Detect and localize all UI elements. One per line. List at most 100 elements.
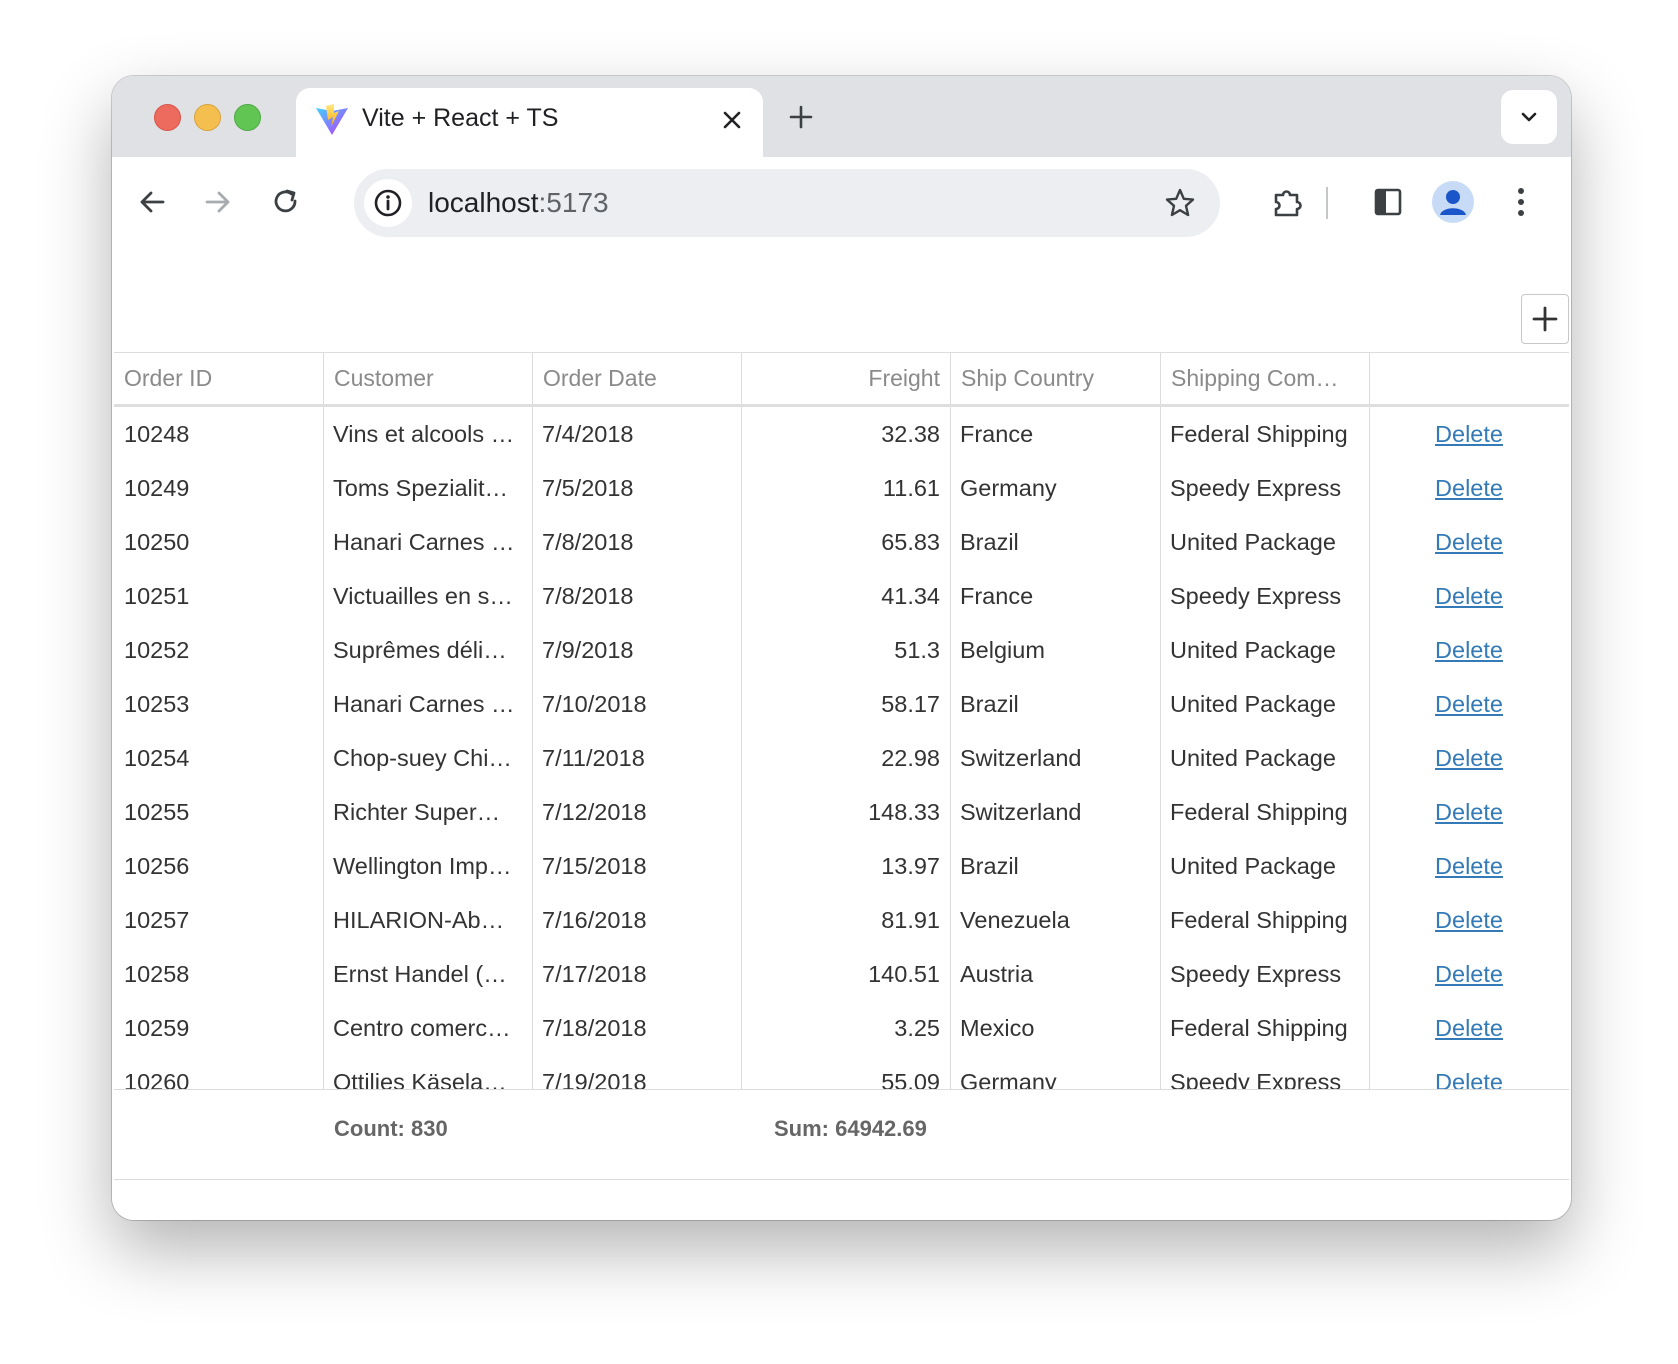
cell-order-id[interactable]: 10252 <box>114 623 323 677</box>
cell-order-date[interactable]: 7/19/2018 <box>532 1055 741 1089</box>
cell-ship-country[interactable]: Germany <box>950 461 1160 515</box>
cell-ship-country[interactable]: France <box>950 569 1160 623</box>
browser-tab[interactable]: Vite + React + TS <box>296 88 763 157</box>
delete-row-link[interactable]: Delete <box>1435 691 1503 717</box>
close-tab-icon[interactable] <box>715 103 749 137</box>
cell-order-id[interactable]: 10258 <box>114 947 323 1001</box>
add-row-button[interactable] <box>1521 294 1569 344</box>
cell-freight[interactable]: 22.98 <box>741 731 950 785</box>
cell-customer[interactable]: Victuailles en s… <box>323 569 532 623</box>
cell-shipping-company[interactable]: Speedy Express <box>1160 461 1369 515</box>
cell-shipping-company[interactable]: Speedy Express <box>1160 1055 1369 1089</box>
cell-ship-country[interactable]: France <box>950 407 1160 461</box>
cell-ship-country[interactable]: Brazil <box>950 515 1160 569</box>
cell-order-id[interactable]: 10259 <box>114 1001 323 1055</box>
cell-customer[interactable]: Toms Spezialit… <box>323 461 532 515</box>
cell-order-id[interactable]: 10256 <box>114 839 323 893</box>
cell-ship-country[interactable]: Belgium <box>950 623 1160 677</box>
cell-order-id[interactable]: 10251 <box>114 569 323 623</box>
table-row[interactable]: 10250 Hanari Carnes … 7/8/2018 65.83 Brazil U… <box>114 515 1569 569</box>
table-row[interactable]: 10258 Ernst Handel (… 7/17/2018 140.51 Austr… <box>114 947 1569 1001</box>
delete-row-link[interactable]: Delete <box>1435 475 1503 501</box>
column-header-ship-country[interactable]: Ship Country <box>951 353 1161 404</box>
cell-order-date[interactable]: 7/15/2018 <box>532 839 741 893</box>
cell-freight[interactable]: 58.17 <box>741 677 950 731</box>
side-panel-icon[interactable] <box>1366 180 1410 224</box>
delete-row-link[interactable]: Delete <box>1435 421 1503 447</box>
tab-search-chevron-icon[interactable] <box>1501 90 1557 144</box>
cell-customer[interactable]: Vins et alcools … <box>323 407 532 461</box>
cell-freight[interactable]: 81.91 <box>741 893 950 947</box>
cell-shipping-company[interactable]: United Package <box>1160 731 1369 785</box>
site-info-icon[interactable] <box>364 179 412 227</box>
cell-ship-country[interactable]: Switzerland <box>950 785 1160 839</box>
cell-shipping-company[interactable]: United Package <box>1160 623 1369 677</box>
cell-order-date[interactable]: 7/11/2018 <box>532 731 741 785</box>
cell-order-id[interactable]: 10260 <box>114 1055 323 1089</box>
delete-row-link[interactable]: Delete <box>1435 853 1503 879</box>
cell-ship-country[interactable]: Austria <box>950 947 1160 1001</box>
cell-customer[interactable]: Richter Super… <box>323 785 532 839</box>
address-bar[interactable]: localhost:5173 <box>354 169 1220 237</box>
delete-row-link[interactable]: Delete <box>1435 1069 1503 1089</box>
cell-shipping-company[interactable]: United Package <box>1160 677 1369 731</box>
delete-row-link[interactable]: Delete <box>1435 637 1503 663</box>
cell-shipping-company[interactable]: Federal Shipping <box>1160 893 1369 947</box>
cell-freight[interactable]: 41.34 <box>741 569 950 623</box>
close-window-button[interactable] <box>154 104 181 131</box>
back-arrow-icon[interactable] <box>132 182 172 222</box>
column-header-shipping-company[interactable]: Shipping Com… <box>1161 353 1370 404</box>
delete-row-link[interactable]: Delete <box>1435 583 1503 609</box>
cell-freight[interactable]: 11.61 <box>741 461 950 515</box>
cell-order-date[interactable]: 7/16/2018 <box>532 893 741 947</box>
delete-row-link[interactable]: Delete <box>1435 961 1503 987</box>
table-row[interactable]: 10259 Centro comerc… 7/18/2018 3.25 Mexico Fe… <box>114 1001 1569 1055</box>
delete-row-link[interactable]: Delete <box>1435 907 1503 933</box>
column-header-order-date[interactable]: Order Date <box>533 353 742 404</box>
cell-freight[interactable]: 51.3 <box>741 623 950 677</box>
cell-order-date[interactable]: 7/8/2018 <box>532 569 741 623</box>
cell-order-id[interactable]: 10249 <box>114 461 323 515</box>
cell-shipping-company[interactable]: United Package <box>1160 515 1369 569</box>
cell-customer[interactable]: Ernst Handel (… <box>323 947 532 1001</box>
cell-freight[interactable]: 13.97 <box>741 839 950 893</box>
cell-customer[interactable]: Ottilies Käsela… <box>323 1055 532 1089</box>
column-header-freight[interactable]: Freight <box>742 353 951 404</box>
cell-ship-country[interactable]: Brazil <box>950 839 1160 893</box>
profile-avatar-icon[interactable] <box>1432 181 1474 223</box>
delete-row-link[interactable]: Delete <box>1435 1015 1503 1041</box>
cell-shipping-company[interactable]: Speedy Express <box>1160 947 1369 1001</box>
table-row[interactable]: 10253 Hanari Carnes … 7/10/2018 58.17 Brazil… <box>114 677 1569 731</box>
cell-order-id[interactable]: 10255 <box>114 785 323 839</box>
extensions-puzzle-icon[interactable] <box>1266 180 1310 224</box>
table-row[interactable]: 10260 Ottilies Käsela… 7/19/2018 55.09 Germa… <box>114 1055 1569 1089</box>
cell-customer[interactable]: Centro comerc… <box>323 1001 532 1055</box>
more-menu-icon[interactable] <box>1499 180 1543 224</box>
cell-freight[interactable]: 65.83 <box>741 515 950 569</box>
cell-order-date[interactable]: 7/12/2018 <box>532 785 741 839</box>
cell-ship-country[interactable]: Switzerland <box>950 731 1160 785</box>
cell-shipping-company[interactable]: Federal Shipping <box>1160 785 1369 839</box>
table-row[interactable]: 10256 Wellington Imp… 7/15/2018 13.97 Brazil… <box>114 839 1569 893</box>
column-header-order-id[interactable]: Order ID <box>114 353 324 404</box>
cell-ship-country[interactable]: Germany <box>950 1055 1160 1089</box>
cell-freight[interactable]: 32.38 <box>741 407 950 461</box>
table-row[interactable]: 10255 Richter Super… 7/12/2018 148.33 Switze… <box>114 785 1569 839</box>
cell-freight[interactable]: 55.09 <box>741 1055 950 1089</box>
forward-arrow-icon[interactable] <box>198 182 238 222</box>
table-row[interactable]: 10257 HILARION-Ab… 7/16/2018 81.91 Venezuela… <box>114 893 1569 947</box>
reload-icon[interactable] <box>266 182 306 222</box>
cell-customer[interactable]: HILARION-Ab… <box>323 893 532 947</box>
cell-order-date[interactable]: 7/8/2018 <box>532 515 741 569</box>
table-row[interactable]: 10252 Suprêmes déli… 7/9/2018 51.3 Belgium Un… <box>114 623 1569 677</box>
cell-shipping-company[interactable]: Federal Shipping <box>1160 1001 1369 1055</box>
cell-freight[interactable]: 148.33 <box>741 785 950 839</box>
cell-customer[interactable]: Hanari Carnes … <box>323 677 532 731</box>
cell-order-date[interactable]: 7/9/2018 <box>532 623 741 677</box>
cell-ship-country[interactable]: Venezuela <box>950 893 1160 947</box>
maximize-window-button[interactable] <box>234 104 261 131</box>
cell-ship-country[interactable]: Mexico <box>950 1001 1160 1055</box>
table-row[interactable]: 10248 Vins et alcools … 7/4/2018 32.38 Franc… <box>114 407 1569 461</box>
cell-order-id[interactable]: 10254 <box>114 731 323 785</box>
cell-order-id[interactable]: 10257 <box>114 893 323 947</box>
